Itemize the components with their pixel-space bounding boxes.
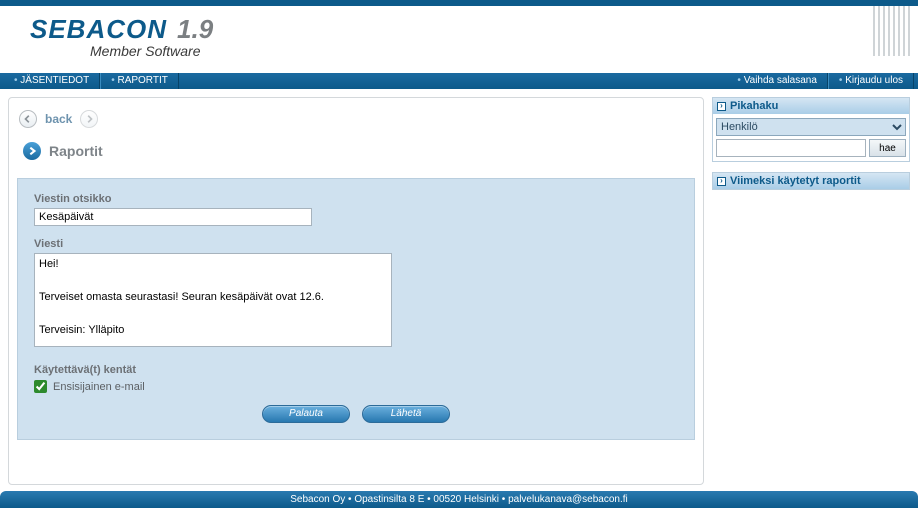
nav-item-vaihda-salasana[interactable]: Vaihda salasana [727,73,827,89]
quicksearch-select[interactable]: Henkilö [716,118,906,136]
main-panel: back Raportit Viestin otsikko Viesti [8,97,704,485]
reset-button[interactable]: Palauta [262,405,350,423]
recent-reports-box: › Viimeksi käytetyt raportit [712,172,910,190]
brand-name: SEBACON [30,14,167,45]
back-link[interactable]: back [45,112,72,126]
send-button[interactable]: Lähetä [362,405,450,423]
logo-block: SEBACON 1.9 Member Software [0,6,918,59]
primary-email-label: Ensisijainen e-mail [53,381,145,393]
brand-tagline: Member Software [90,43,918,59]
body-label: Viesti [34,238,678,250]
nav-item-raportit[interactable]: RAPORTIT [100,73,179,89]
fields-section: Käytettävä(t) kentät Ensisijainen e-mail [34,364,678,393]
subject-input[interactable] [34,208,312,226]
header-stripes-decoration [858,6,918,79]
primary-email-checkbox[interactable] [34,380,47,393]
panel-title-row: Raportit [23,142,695,160]
body-field: Viesti [34,238,678,350]
expand-icon[interactable]: › [717,102,726,111]
page-frame: SEBACON 1.9 Member Software JÄSENTIEDOT … [0,0,918,508]
expand-icon[interactable]: › [717,177,726,186]
app-header: SEBACON 1.9 Member Software [0,0,918,73]
brand-version: 1.9 [177,14,213,45]
recent-reports-title: Viimeksi käytetyt raportit [730,175,861,187]
navbar: JÄSENTIEDOT RAPORTIT Vaihda salasana Kir… [0,73,918,89]
body-textarea[interactable] [34,253,392,347]
subject-field: Viestin otsikko [34,193,678,226]
quicksearch-title: Pikahaku [730,100,778,112]
arrow-circle-icon [23,142,41,160]
footer: Sebacon Oy • Opastinsilta 8 E • 00520 He… [0,491,918,508]
fields-label: Käytettävä(t) kentät [34,364,678,376]
back-arrow-icon[interactable] [19,110,37,128]
quicksearch-button[interactable]: hae [869,139,906,157]
subject-label: Viestin otsikko [34,193,678,205]
sidebar: › Pikahaku Henkilö hae › Viimeksi käyt [712,97,910,485]
quicksearch-input[interactable] [716,139,866,157]
form-panel: Viestin otsikko Viesti Käytettävä(t) ken… [17,178,695,440]
panel-title: Raportit [49,143,103,159]
nav-item-jasentiedot[interactable]: JÄSENTIEDOT [4,73,100,89]
forward-arrow-icon[interactable] [80,110,98,128]
quicksearch-box: › Pikahaku Henkilö hae [712,97,910,162]
button-row: Palauta Lähetä [34,405,678,423]
back-row: back [19,110,695,128]
